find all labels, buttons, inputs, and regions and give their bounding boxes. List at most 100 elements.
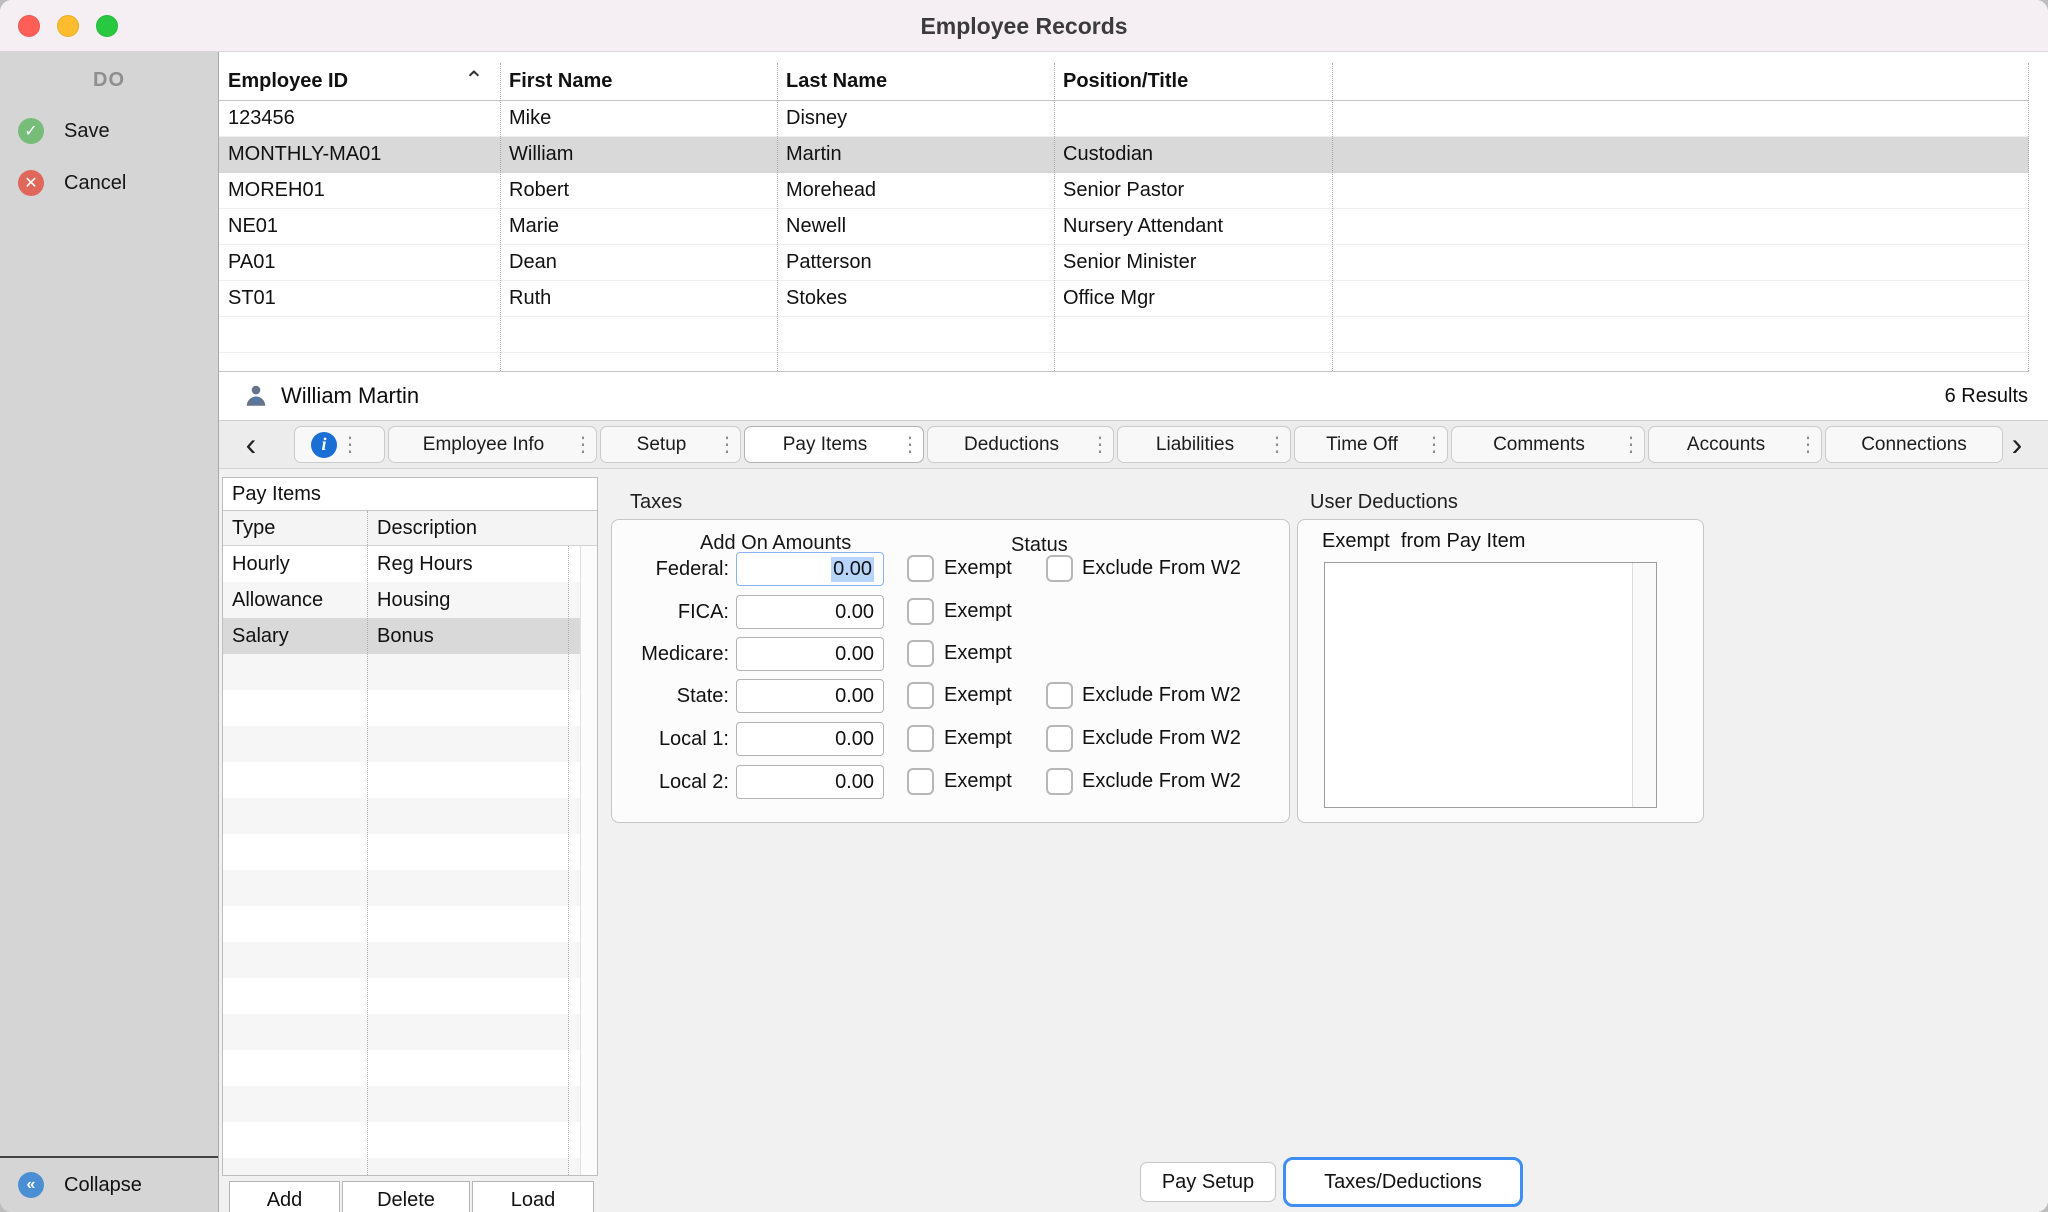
column-header-type[interactable]: Type (223, 517, 367, 540)
taxes-groupbox: Add On Amounts Status Federal: 0.00 Exem… (611, 519, 1290, 823)
collapse-icon: « (18, 1172, 44, 1198)
column-header-position[interactable]: Position/Title (1054, 63, 1332, 100)
tab-connections[interactable]: Connections (1825, 426, 2003, 463)
fica-amount-input[interactable]: 0.00 (736, 595, 884, 629)
exclude-from-w2-label: Exclude From W2 (1082, 770, 1241, 793)
exempt-checkbox[interactable] (907, 640, 934, 667)
exempt-label: Exempt (944, 684, 1012, 707)
exempt-checkbox[interactable] (907, 768, 934, 795)
cell-type: Salary (223, 625, 367, 648)
table-row[interactable]: PA01 Dean Patterson Senior Minister (219, 245, 2029, 281)
tab-menu-icon[interactable]: ⋮ (570, 432, 596, 457)
tax-label: State: (628, 679, 729, 713)
exempt-from-pay-item-listbox[interactable] (1324, 562, 1657, 808)
exclude-from-w2-checkbox[interactable] (1046, 725, 1073, 752)
empty-row (223, 654, 597, 690)
cell-position (1054, 101, 1332, 136)
tab-deductions[interactable]: Deductions ⋮ (927, 426, 1114, 463)
titlebar: Employee Records (0, 0, 2048, 52)
tab-menu-icon[interactable]: ⋮ (1618, 432, 1644, 457)
pay-item-row[interactable]: Allowance Housing (223, 582, 597, 618)
employee-icon (243, 383, 269, 409)
table-row-selected[interactable]: MONTHLY-MA01 William Martin Custodian (219, 137, 2029, 173)
table-row[interactable]: ST01 Ruth Stokes Office Mgr (219, 281, 2029, 317)
scrollbar-track[interactable] (1632, 563, 1656, 807)
empty-row (223, 906, 597, 942)
cell-last-name: Newell (777, 209, 1054, 244)
tab-time-off[interactable]: Time Off ⋮ (1294, 426, 1448, 463)
cell-employee-id: NE01 (219, 209, 500, 244)
scrollbar-track[interactable] (580, 546, 597, 1175)
tab-pay-items[interactable]: Pay Items ⋮ (744, 426, 924, 463)
column-header-first-name[interactable]: First Name (500, 63, 777, 100)
column-header-employee-id[interactable]: Employee ID ⌃ (219, 63, 500, 100)
pay-item-row[interactable]: Hourly Reg Hours (223, 546, 597, 582)
pay-setup-button[interactable]: Pay Setup (1140, 1162, 1276, 1202)
save-label: Save (64, 120, 110, 143)
load-button[interactable]: Load (472, 1181, 594, 1212)
column-header-last-name[interactable]: Last Name (777, 63, 1054, 100)
sort-ascending-icon[interactable]: ⌃ (464, 66, 484, 95)
cell-position: Senior Pastor (1054, 173, 1332, 208)
tab-info[interactable]: i ⋮ (294, 426, 385, 463)
exempt-checkbox[interactable] (907, 555, 934, 582)
table-row[interactable]: 123456 Mike Disney (219, 101, 2029, 137)
exempt-checkbox[interactable] (907, 725, 934, 752)
exempt-checkbox[interactable] (907, 598, 934, 625)
state-amount-input[interactable]: 0.00 (736, 679, 884, 713)
delete-button[interactable]: Delete (342, 1181, 470, 1212)
tab-liabilities[interactable]: Liabilities ⋮ (1117, 426, 1291, 463)
tab-menu-icon[interactable]: ⋮ (714, 432, 740, 457)
column-label: Position/Title (1063, 70, 1188, 93)
local1-amount-input[interactable]: 0.00 (736, 722, 884, 756)
tab-comments[interactable]: Comments ⋮ (1451, 426, 1645, 463)
tab-menu-icon[interactable]: ⋮ (897, 432, 923, 457)
cell-first-name: Mike (500, 101, 777, 136)
empty-row (223, 1086, 597, 1122)
taxes-deductions-button[interactable]: Taxes/Deductions (1283, 1157, 1523, 1207)
table-row[interactable]: MOREH01 Robert Morehead Senior Pastor (219, 173, 2029, 209)
tax-row-local2: Local 2: 0.00 Exempt Exclude From W2 (628, 765, 1289, 799)
cell-filler (1332, 245, 2029, 280)
scroll-tabs-left-button[interactable]: ‹ (237, 426, 265, 463)
local2-amount-input[interactable]: 0.00 (736, 765, 884, 799)
table-row[interactable]: NE01 Marie Newell Nursery Attendant (219, 209, 2029, 245)
tab-menu-icon[interactable]: ⋮ (1421, 432, 1447, 457)
tab-accounts[interactable]: Accounts ⋮ (1648, 426, 1822, 463)
cell-description: Reg Hours (367, 553, 597, 576)
cell-last-name: Martin (777, 137, 1054, 172)
save-check-icon: ✓ (18, 118, 44, 144)
tax-label: Federal: (628, 552, 729, 586)
tab-employee-info[interactable]: Employee Info ⋮ (388, 426, 597, 463)
cell-first-name: Dean (500, 245, 777, 280)
cell-position: Custodian (1054, 137, 1332, 172)
empty-row (223, 978, 597, 1014)
selected-employee-bar: William Martin 6 Results (219, 372, 2048, 421)
amount-value: 0.00 (835, 643, 874, 666)
tab-menu-icon[interactable]: ⋮ (1264, 432, 1290, 457)
tab-menu-icon[interactable]: ⋮ (1087, 432, 1113, 457)
cell-type: Allowance (223, 589, 367, 612)
cancel-label: Cancel (64, 172, 126, 195)
exclude-from-w2-checkbox[interactable] (1046, 555, 1073, 582)
federal-amount-input[interactable]: 0.00 (736, 552, 884, 586)
add-button[interactable]: Add (229, 1181, 340, 1212)
collapse-button[interactable]: « Collapse (0, 1156, 218, 1212)
scroll-tabs-right-button[interactable]: › (2003, 426, 2031, 463)
cell-position: Nursery Attendant (1054, 209, 1332, 244)
exempt-label: Exempt (944, 557, 1012, 580)
cell-last-name: Patterson (777, 245, 1054, 280)
user-deductions-groupbox: Exempt from Pay Item (1297, 519, 1704, 823)
tab-setup[interactable]: Setup ⋮ (600, 426, 741, 463)
column-header-description[interactable]: Description (367, 517, 597, 540)
cancel-button[interactable]: ✕ Cancel (18, 170, 126, 196)
exempt-checkbox[interactable] (907, 682, 934, 709)
tab-menu-icon[interactable]: ⋮ (1795, 432, 1821, 457)
exclude-from-w2-checkbox[interactable] (1046, 682, 1073, 709)
tab-menu-icon[interactable]: ⋮ (337, 432, 363, 457)
window-title: Employee Records (0, 0, 2048, 52)
pay-item-row-selected[interactable]: Salary Bonus (223, 618, 597, 654)
save-button[interactable]: ✓ Save (18, 118, 110, 144)
exclude-from-w2-checkbox[interactable] (1046, 768, 1073, 795)
medicare-amount-input[interactable]: 0.00 (736, 637, 884, 671)
